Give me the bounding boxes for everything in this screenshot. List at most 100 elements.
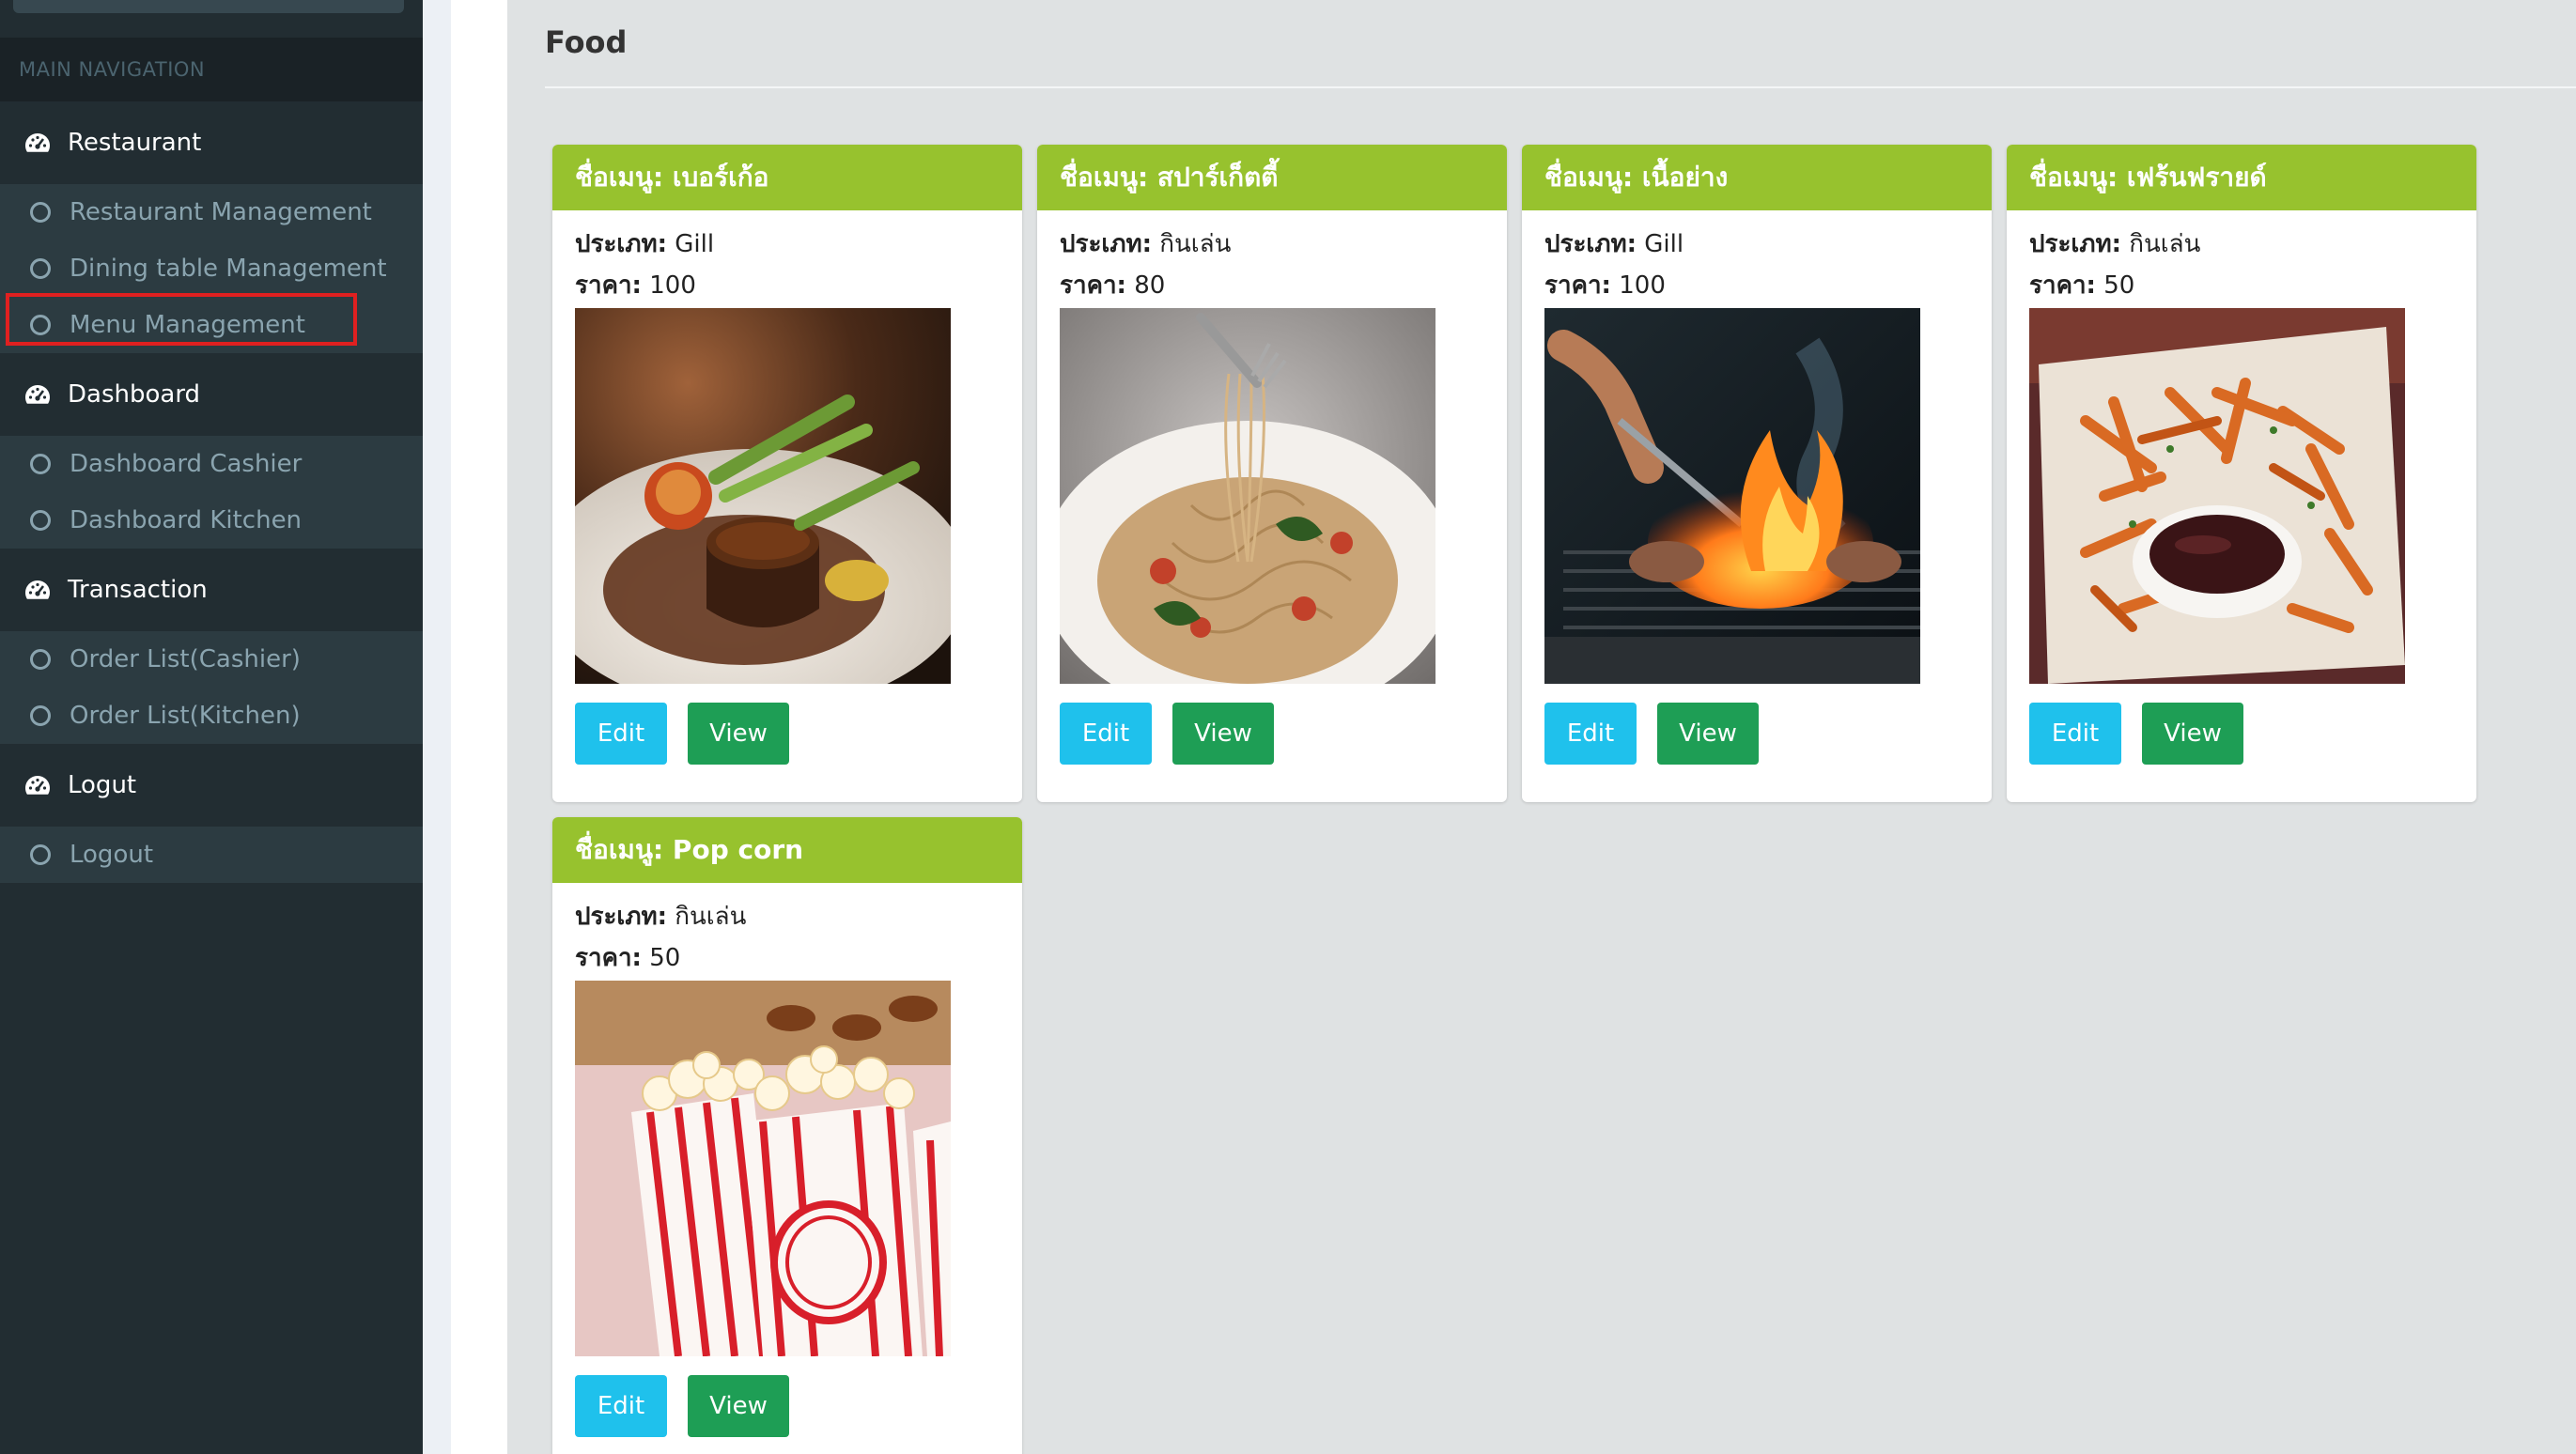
type-label: ประเภท: (1544, 230, 1637, 258)
view-button[interactable]: View (688, 703, 789, 765)
menu-card-title: ชื่อเมนู: เฟร้นฟรายด์ (2007, 145, 2476, 210)
view-button[interactable]: View (1657, 703, 1759, 765)
type-value: กินเล่น (667, 903, 747, 931)
sidebar-item-label: Order List(Cashier) (70, 645, 301, 673)
view-button[interactable]: View (688, 1375, 789, 1437)
price-value: 50 (2095, 271, 2135, 300)
circle-outline-icon (30, 202, 51, 223)
dashboard-gauge-icon (24, 130, 51, 156)
menu-price: ราคา: 100 (1544, 265, 1969, 306)
edit-button[interactable]: Edit (2029, 703, 2121, 765)
nav-group-label: Logut (68, 771, 137, 799)
menu-card-title: ชื่อเมนู: เนื้อย่าง (1522, 145, 1992, 210)
type-value: Gill (1637, 230, 1684, 258)
type-value: กินเล่น (2121, 230, 2201, 258)
circle-outline-icon (30, 258, 51, 279)
page-title: Food (545, 24, 628, 60)
edit-button[interactable]: Edit (1060, 703, 1152, 765)
grill-photo (1544, 308, 1920, 684)
nav-group-dashboard[interactable]: Dashboard (0, 353, 423, 436)
menu-card-title: ชื่อเมนู: Pop corn (552, 817, 1022, 883)
sidebar: MAIN NAVIGATION Restaurant Restaurant Ma… (0, 0, 423, 1454)
menu-card: ชื่อเมนู: Pop corn ประเภท: กินเล่น ราคา:… (552, 817, 1022, 1454)
edit-button[interactable]: Edit (575, 1375, 667, 1437)
sidebar-item-dashboard-kitchen[interactable]: Dashboard Kitchen (0, 492, 423, 549)
price-label: ราคา: (575, 944, 642, 972)
circle-outline-icon (30, 705, 51, 726)
content-padding (451, 0, 507, 1454)
menu-card: ชื่อเมนู: สปาร์เก็ตตี้ ประเภท: กินเล่น ร… (1037, 145, 1507, 802)
price-value: 100 (1610, 271, 1666, 300)
sidebar-item-restaurant-management[interactable]: Restaurant Management (0, 184, 423, 240)
nav-group-label: Dashboard (68, 380, 201, 409)
menu-price: ราคา: 50 (575, 937, 1000, 979)
menu-type: ประเภท: กินเล่น (575, 896, 1000, 937)
menu-card-title: ชื่อเมนู: สปาร์เก็ตตี้ (1037, 145, 1507, 210)
nav-group-restaurant[interactable]: Restaurant (0, 101, 423, 184)
sidebar-item-label: Dashboard Cashier (70, 450, 303, 478)
nav-group-label: Restaurant (68, 129, 202, 157)
sidebar-item-dining-table-management[interactable]: Dining table Management (0, 240, 423, 297)
sidebar-item-order-list-kitchen[interactable]: Order List(Kitchen) (0, 688, 423, 744)
price-value: 100 (641, 271, 696, 300)
type-label: ประเภท: (575, 903, 667, 931)
highlight-box (6, 293, 357, 346)
content-gutter (423, 0, 451, 1454)
menu-price: ราคา: 100 (575, 265, 1000, 306)
menu-type: ประเภท: Gill (1544, 224, 1969, 265)
menu-type: ประเภท: กินเล่น (1060, 224, 1484, 265)
price-value: 50 (641, 944, 681, 972)
circle-outline-icon (30, 510, 51, 531)
menu-card: ชื่อเมนู: เนื้อย่าง ประเภท: Gill ราคา: 1… (1522, 145, 1992, 802)
dashboard-gauge-icon (24, 772, 51, 798)
price-label: ราคา: (2029, 271, 2096, 300)
nav-group-transaction[interactable]: Transaction (0, 549, 423, 631)
circle-outline-icon (30, 454, 51, 474)
type-value: กินเล่น (1152, 230, 1232, 258)
price-value: 80 (1125, 271, 1166, 300)
view-button[interactable]: View (2142, 703, 2243, 765)
menu-price: ราคา: 80 (1060, 265, 1484, 306)
type-label: ประเภท: (1060, 230, 1152, 258)
sidebar-item-label: Dashboard Kitchen (70, 506, 303, 534)
sidebar-item-label: Restaurant Management (70, 198, 372, 226)
nav-header: MAIN NAVIGATION (0, 38, 423, 101)
type-label: ประเภท: (575, 230, 667, 258)
view-button[interactable]: View (1172, 703, 1274, 765)
circle-outline-icon (30, 649, 51, 670)
type-value: Gill (667, 230, 715, 258)
dashboard-gauge-icon (24, 381, 51, 408)
title-divider (545, 86, 2576, 88)
sidebar-item-dashboard-cashier[interactable]: Dashboard Cashier (0, 436, 423, 492)
nav-group-label: Transaction (68, 576, 208, 604)
price-label: ราคา: (575, 271, 642, 300)
type-label: ประเภท: (2029, 230, 2121, 258)
sidebar-item-logout[interactable]: Logout (0, 827, 423, 883)
sidebar-item-order-list-cashier[interactable]: Order List(Cashier) (0, 631, 423, 688)
menu-card: ชื่อเมนู: เฟร้นฟรายด์ ประเภท: กินเล่น รา… (2007, 145, 2476, 802)
sidebar-item-label: Dining table Management (70, 255, 387, 283)
edit-button[interactable]: Edit (575, 703, 667, 765)
sidebar-search-box[interactable] (13, 0, 404, 13)
sidebar-item-label: Logout (70, 841, 154, 869)
menu-price: ราคา: 50 (2029, 265, 2454, 306)
nav-submenu-transaction: Order List(Cashier) Order List(Kitchen) (0, 631, 423, 744)
spaghetti-photo (1060, 308, 1435, 684)
menu-type: ประเภท: Gill (575, 224, 1000, 265)
circle-outline-icon (30, 844, 51, 865)
steak-photo (575, 308, 951, 684)
fries-photo (2029, 308, 2405, 684)
nav-submenu-dashboard: Dashboard Cashier Dashboard Kitchen (0, 436, 423, 549)
nav-group-logut[interactable]: Logut (0, 744, 423, 827)
edit-button[interactable]: Edit (1544, 703, 1637, 765)
dashboard-gauge-icon (24, 577, 51, 603)
price-label: ราคา: (1544, 271, 1611, 300)
menu-card: ชื่อเมนู: เบอร์เก้อ ประเภท: Gill ราคา: 1… (552, 145, 1022, 802)
main-content: Food ชื่อเมนู: เบอร์เก้อ ประเภท: Gill รา… (507, 0, 2576, 1454)
nav-submenu-logut: Logout (0, 827, 423, 883)
price-label: ราคา: (1060, 271, 1126, 300)
menu-card-title: ชื่อเมนู: เบอร์เก้อ (552, 145, 1022, 210)
menu-type: ประเภท: กินเล่น (2029, 224, 2454, 265)
sidebar-item-label: Order List(Kitchen) (70, 702, 301, 730)
popcorn-photo (575, 981, 951, 1356)
